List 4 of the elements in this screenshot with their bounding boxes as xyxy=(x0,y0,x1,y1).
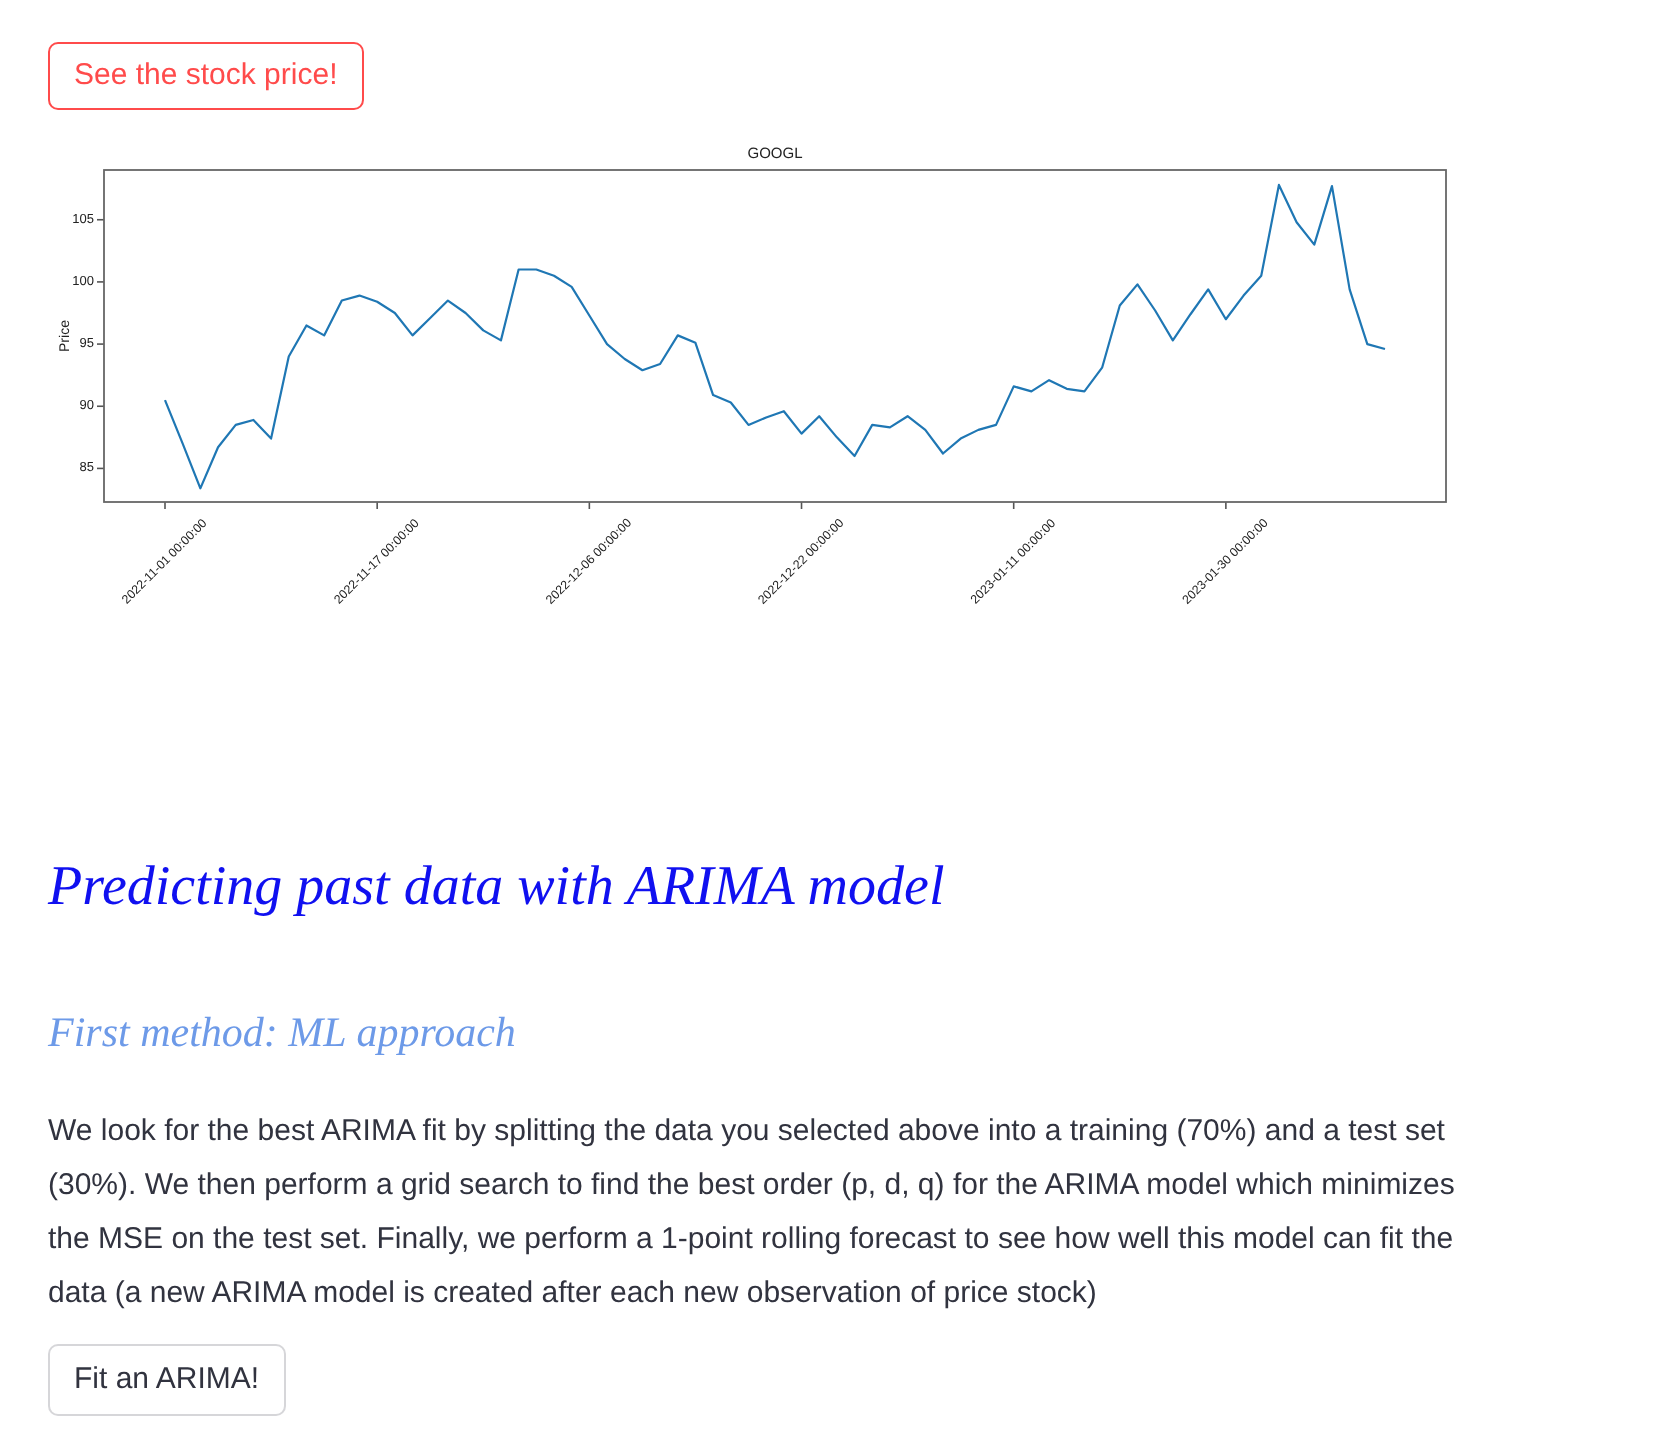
section-heading: Predicting past data with ARIMA model xyxy=(48,854,947,922)
fit-arima-button[interactable]: Fit an ARIMA! xyxy=(48,1344,286,1416)
subsection-heading: First method: ML approach xyxy=(48,1006,518,1058)
description-paragraph: We look for the best ARIMA fit by splitting the data you selected above into a training (70%) and a test set (30%). We then perform a grid search to find the best order (p, d, q) for the ARIMA model which minimizes the MSE on the test set. Finally, we perform a 1-point rolling forecast to see how well this model can fit the data (a new ARIMA model is created after each new observation of price stock) xyxy=(48,1112,1457,1314)
